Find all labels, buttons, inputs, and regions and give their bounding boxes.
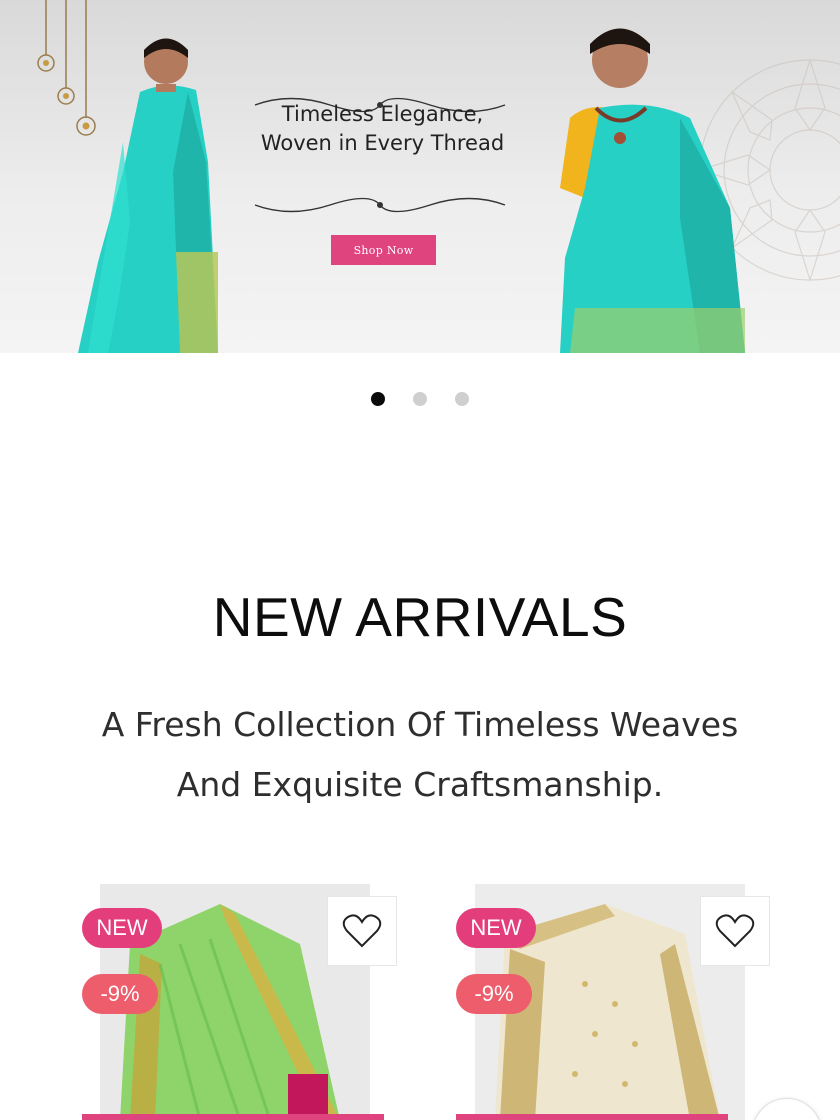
new-badge: NEW [82, 908, 162, 948]
carousel-dot-2[interactable] [413, 392, 427, 406]
section-subtitle-line-1: A Fresh Collection Of Timeless Weaves [101, 705, 739, 744]
hero-headline-line-2: Woven in Every Thread [260, 131, 505, 155]
carousel-pagination [0, 392, 840, 406]
heart-icon [715, 914, 755, 948]
new-badge: NEW [456, 908, 536, 948]
shop-now-button[interactable]: Shop Now [331, 235, 436, 265]
carousel-dot-1[interactable] [371, 392, 385, 406]
hero-headline-line-1: Timeless Elegance, [281, 102, 484, 126]
hero-banner[interactable]: Timeless Elegance, Woven in Every Thread… [0, 0, 840, 353]
section-subtitle: A Fresh Collection Of Timeless Weaves An… [40, 695, 800, 815]
product-card-accent-bar [456, 1114, 728, 1120]
product-card-accent-bar [82, 1114, 384, 1120]
wishlist-button[interactable] [700, 896, 770, 966]
discount-badge: -9% [82, 974, 158, 1014]
heart-icon [342, 914, 382, 948]
carousel-dot-3[interactable] [455, 392, 469, 406]
model-left-image [78, 38, 218, 353]
ornament-divider-bottom [254, 197, 506, 213]
section-subtitle-line-2: And Exquisite Craftsmanship. [176, 765, 664, 804]
hero-headline: Timeless Elegance, Woven in Every Thread [240, 100, 525, 158]
scroll-top-button[interactable] [752, 1098, 822, 1120]
section-title: NEW ARRIVALS [212, 586, 628, 648]
model-right-image [560, 28, 745, 353]
discount-badge: -9% [456, 974, 532, 1014]
wishlist-button[interactable] [327, 896, 397, 966]
